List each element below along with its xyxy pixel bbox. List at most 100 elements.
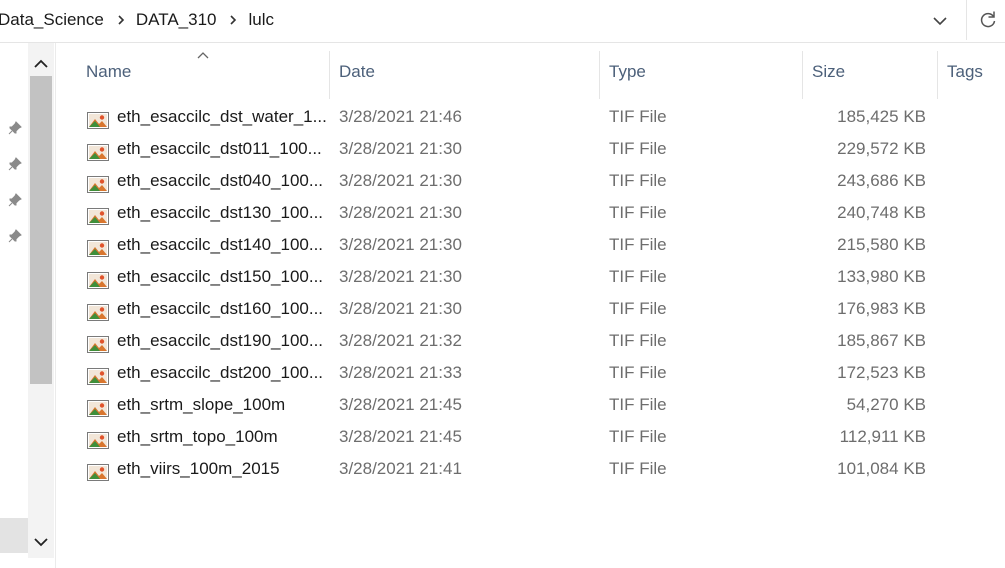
nav-selected-item[interactable] (0, 518, 28, 553)
sort-ascending-icon (196, 47, 210, 59)
address-bar[interactable]: Data_Science DATA_310 lulc (0, 0, 1005, 43)
file-row[interactable]: eth_esaccilc_dst140_100... 3/28/2021 21:… (56, 229, 1005, 261)
file-date: 3/28/2021 21:45 (339, 395, 462, 414)
tif-image-file-icon (87, 172, 109, 193)
file-date: 3/28/2021 21:30 (339, 171, 462, 190)
column-header-date[interactable]: Date (339, 62, 375, 82)
file-name[interactable]: eth_esaccilc_dst040_100... (117, 165, 323, 197)
tif-image-file-icon (87, 428, 109, 449)
file-type: TIF File (609, 427, 667, 446)
breadcrumb-item-lulc[interactable]: lulc (248, 10, 278, 30)
column-header-name[interactable]: Name (86, 62, 131, 82)
file-date: 3/28/2021 21:46 (339, 107, 462, 126)
file-date: 3/28/2021 21:30 (339, 267, 462, 286)
file-name[interactable]: eth_esaccilc_dst_water_1... (117, 101, 327, 133)
column-divider[interactable] (802, 51, 803, 99)
pin-icon[interactable] (6, 191, 24, 209)
column-divider[interactable] (937, 51, 938, 99)
file-date: 3/28/2021 21:30 (339, 203, 462, 222)
file-type: TIF File (609, 363, 667, 382)
file-date: 3/28/2021 21:32 (339, 331, 462, 350)
file-type: TIF File (609, 171, 667, 190)
file-name[interactable]: eth_srtm_topo_100m (117, 421, 278, 453)
tif-image-file-icon (87, 268, 109, 289)
file-row[interactable]: eth_esaccilc_dst130_100... 3/28/2021 21:… (56, 197, 1005, 229)
file-name[interactable]: eth_viirs_100m_2015 (117, 453, 280, 485)
column-header-type[interactable]: Type (609, 62, 646, 82)
file-size: 176,983 KB (837, 299, 926, 318)
column-header-size[interactable]: Size (812, 62, 845, 82)
file-row[interactable]: eth_esaccilc_dst_water_1... 3/28/2021 21… (56, 101, 1005, 133)
file-row[interactable]: eth_viirs_100m_2015 3/28/2021 21:41 TIF … (56, 453, 1005, 485)
tif-image-file-icon (87, 108, 109, 129)
file-size: 54,270 KB (846, 395, 926, 414)
file-size: 185,425 KB (837, 107, 926, 126)
file-size: 185,867 KB (837, 331, 926, 350)
chevron-right-icon[interactable] (224, 0, 242, 40)
file-row[interactable]: eth_esaccilc_dst011_100... 3/28/2021 21:… (56, 133, 1005, 165)
file-row[interactable]: eth_esaccilc_dst150_100... 3/28/2021 21:… (56, 261, 1005, 293)
column-header-tags[interactable]: Tags (947, 62, 983, 82)
chevron-down-icon[interactable] (926, 8, 954, 34)
file-row[interactable]: eth_esaccilc_dst160_100... 3/28/2021 21:… (56, 293, 1005, 325)
column-divider[interactable] (329, 51, 330, 99)
file-size: 229,572 KB (837, 139, 926, 158)
file-name[interactable]: eth_esaccilc_dst190_100... (117, 325, 323, 357)
refresh-icon[interactable] (974, 6, 1002, 34)
tif-image-file-icon (87, 460, 109, 481)
file-size: 133,980 KB (837, 267, 926, 286)
breadcrumb-item-data-310[interactable]: DATA_310 (136, 10, 221, 30)
file-name[interactable]: eth_esaccilc_dst011_100... (117, 133, 322, 165)
file-type: TIF File (609, 139, 667, 158)
tif-image-file-icon (87, 396, 109, 417)
pin-icon[interactable] (6, 155, 24, 173)
tif-image-file-icon (87, 204, 109, 225)
file-name[interactable]: eth_esaccilc_dst150_100... (117, 261, 323, 293)
file-row[interactable]: eth_srtm_slope_100m 3/28/2021 21:45 TIF … (56, 389, 1005, 421)
file-name[interactable]: eth_esaccilc_dst140_100... (117, 229, 323, 261)
file-row[interactable]: eth_srtm_topo_100m 3/28/2021 21:45 TIF F… (56, 421, 1005, 453)
file-name[interactable]: eth_esaccilc_dst130_100... (117, 197, 323, 229)
file-row[interactable]: eth_esaccilc_dst200_100... 3/28/2021 21:… (56, 357, 1005, 389)
scrollbar-thumb[interactable] (30, 76, 52, 384)
file-type: TIF File (609, 331, 667, 350)
chevron-right-icon[interactable] (112, 0, 130, 40)
file-row[interactable]: eth_esaccilc_dst190_100... 3/28/2021 21:… (56, 325, 1005, 357)
column-divider[interactable] (599, 51, 600, 99)
file-size: 112,911 KB (839, 427, 926, 446)
file-name[interactable]: eth_esaccilc_dst160_100... (117, 293, 323, 325)
breadcrumb-item-data-science[interactable]: Data_Science (0, 10, 108, 30)
tif-image-file-icon (87, 140, 109, 161)
file-type: TIF File (609, 107, 667, 126)
file-type: TIF File (609, 235, 667, 254)
scroll-up-icon[interactable] (28, 51, 54, 77)
tif-image-file-icon (87, 364, 109, 385)
navigation-pane[interactable] (0, 43, 56, 568)
nav-scrollbar[interactable] (28, 43, 54, 558)
address-divider (966, 0, 967, 40)
file-date: 3/28/2021 21:30 (339, 235, 462, 254)
file-type: TIF File (609, 395, 667, 414)
file-row[interactable]: eth_esaccilc_dst040_100... 3/28/2021 21:… (56, 165, 1005, 197)
file-size: 240,748 KB (837, 203, 926, 222)
file-type: TIF File (609, 459, 667, 478)
file-name[interactable]: eth_srtm_slope_100m (117, 389, 285, 421)
breadcrumb: Data_Science DATA_310 lulc (0, 0, 278, 40)
file-type: TIF File (609, 299, 667, 318)
column-header-row: Name Date Type Size Tags (56, 43, 1005, 101)
file-date: 3/28/2021 21:30 (339, 139, 462, 158)
file-date: 3/28/2021 21:30 (339, 299, 462, 318)
pin-icon[interactable] (6, 119, 24, 137)
pin-icon[interactable] (6, 227, 24, 245)
tif-image-file-icon (87, 300, 109, 321)
tif-image-file-icon (87, 236, 109, 257)
scroll-down-icon[interactable] (28, 529, 54, 555)
tif-image-file-icon (87, 332, 109, 353)
file-size: 243,686 KB (837, 171, 926, 190)
file-date: 3/28/2021 21:33 (339, 363, 462, 382)
file-size: 215,580 KB (837, 235, 926, 254)
file-type: TIF File (609, 267, 667, 286)
file-size: 172,523 KB (837, 363, 926, 382)
file-name[interactable]: eth_esaccilc_dst200_100... (117, 357, 323, 389)
file-date: 3/28/2021 21:45 (339, 427, 462, 446)
